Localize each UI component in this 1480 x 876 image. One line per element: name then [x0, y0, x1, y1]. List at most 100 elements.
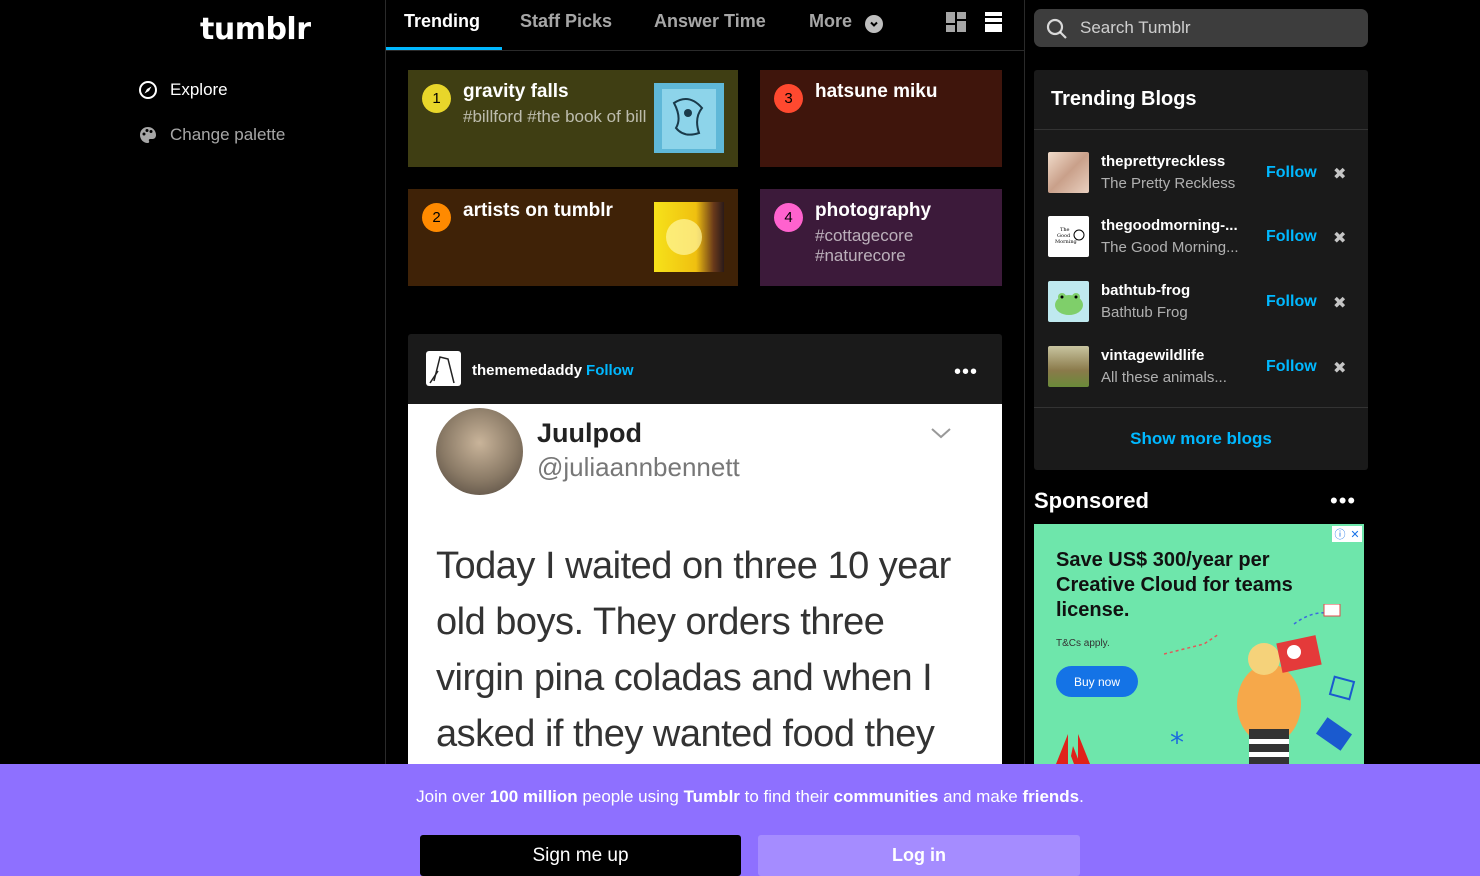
tab-more-label: More	[809, 11, 853, 31]
blog-name: thegoodmorning-...	[1101, 217, 1238, 234]
tab-trending[interactable]: Trending	[404, 11, 480, 32]
avatar	[1048, 346, 1089, 387]
show-more-blogs-link[interactable]: Show more blogs	[1034, 429, 1368, 449]
ad-illustration: *	[1164, 604, 1356, 764]
follow-button[interactable]: Follow	[586, 362, 634, 379]
search-icon	[1046, 18, 1068, 45]
follow-button[interactable]: Follow	[1266, 358, 1317, 376]
active-tab-indicator	[386, 47, 502, 50]
banner-text-bold: Tumblr	[683, 787, 740, 806]
blog-name: theprettyreckless	[1101, 153, 1226, 170]
tag-name: hatsune miku	[815, 81, 938, 102]
buy-now-button[interactable]: Buy now	[1056, 666, 1138, 697]
tag-name: gravity falls	[463, 81, 569, 102]
rank-badge: 1	[422, 84, 451, 113]
chevron-down-icon	[865, 15, 884, 33]
banner-text-bold: friends	[1022, 787, 1080, 806]
tweet-name: Juulpod	[537, 418, 642, 448]
sidebar-item-change-palette[interactable]: Change palette	[138, 125, 285, 145]
banner-text-part: to find their	[739, 787, 834, 806]
explore-tabs: Trending Staff Picks Answer Time More	[386, 0, 1024, 51]
blog-row[interactable]: The Good Morning thegoodmorning-... The Go…	[1034, 205, 1368, 265]
log-in-button[interactable]: Log in	[758, 835, 1080, 876]
banner-message: Join over 100 million people using Tumbl…	[0, 787, 1480, 807]
sign-up-button[interactable]: Sign me up	[420, 835, 741, 876]
column-divider	[1024, 0, 1025, 876]
blog-title: Bathtub Frog	[1101, 304, 1188, 321]
banner-text-bold: 100 million	[489, 787, 578, 806]
tag-thumbnail	[654, 83, 724, 153]
avatar[interactable]	[426, 351, 461, 386]
signup-banner: Join over 100 million people using Tumbl…	[0, 764, 1480, 876]
tweet-avatar	[436, 408, 523, 495]
trending-tag-card[interactable]: 1 gravity falls #billford #the book of b…	[408, 70, 738, 167]
blog-row[interactable]: bathtub-frog Bathtub Frog Follow ✖	[1034, 270, 1368, 330]
svg-text:*: *	[1170, 726, 1184, 759]
more-options-icon[interactable]: •••	[954, 361, 978, 384]
banner-text-part: people using	[577, 787, 684, 806]
sidebar-item-label: Change palette	[170, 125, 286, 144]
post-author-name[interactable]: thememedaddy	[472, 362, 582, 379]
follow-button[interactable]: Follow	[1266, 293, 1317, 311]
blog-title: The Pretty Reckless	[1101, 175, 1236, 192]
avatar	[1048, 152, 1089, 193]
tab-staff-picks[interactable]: Staff Picks	[520, 11, 612, 32]
list-view-icon[interactable]	[985, 12, 1002, 37]
blog-row[interactable]: vintagewildlife All these animals... Fol…	[1034, 335, 1368, 395]
tag-related: #cottagecore #naturecore	[815, 226, 914, 265]
banner-text-bold: communities	[833, 787, 939, 806]
blog-title: All these animals...	[1101, 369, 1227, 386]
tag-thumbnail	[654, 202, 724, 272]
search-bar	[1034, 9, 1368, 47]
sidebar-item-label: Explore	[170, 80, 228, 99]
adobe-logo-icon	[1056, 734, 1090, 764]
rank-badge: 4	[774, 203, 803, 232]
tag-related: #billford #the book of bill	[463, 107, 647, 126]
sidebar-item-explore[interactable]: Explore	[138, 80, 228, 100]
more-options-icon[interactable]: •••	[1330, 488, 1356, 514]
tab-answer-time[interactable]: Answer Time	[654, 11, 766, 32]
divider	[1034, 129, 1368, 130]
rank-badge: 2	[422, 203, 451, 232]
banner-text-part: and make	[938, 787, 1023, 806]
tag-name: artists on tumblr	[463, 200, 613, 221]
blog-row[interactable]: theprettyreckless The Pretty Reckless Fo…	[1034, 141, 1368, 201]
blog-name: bathtub-frog	[1101, 282, 1191, 299]
post-header: thememedaddy Follow •••	[408, 334, 1002, 404]
follow-button[interactable]: Follow	[1266, 164, 1317, 182]
palette-icon	[138, 125, 158, 145]
follow-button[interactable]: Follow	[1266, 228, 1317, 246]
dismiss-icon[interactable]: ✖	[1333, 358, 1346, 378]
blog-title: The Good Morning...	[1101, 239, 1239, 256]
ad-banner[interactable]: ⓘ ✕ Save US$ 300/year per Creative Cloud …	[1034, 524, 1364, 764]
banner-text-part: .	[1079, 787, 1084, 806]
tweet-handle: @juliaannbennett	[537, 452, 740, 482]
banner-text-part: Join over	[416, 787, 490, 806]
panel-title: Trending Blogs	[1051, 88, 1197, 110]
grid-view-icon[interactable]	[946, 12, 966, 37]
ad-terms: T&Cs apply.	[1056, 638, 1110, 649]
divider	[1034, 407, 1368, 408]
dismiss-icon[interactable]: ✖	[1333, 228, 1346, 248]
chevron-down-icon	[930, 426, 952, 445]
trending-tag-card[interactable]: 3 hatsune miku	[760, 70, 1002, 167]
tag-name: photography	[815, 200, 932, 221]
tab-more[interactable]: More	[809, 11, 884, 33]
svg-text:Morning: Morning	[1055, 239, 1078, 245]
trending-blogs-panel: Trending Blogs theprettyreckless The Pre…	[1034, 70, 1368, 470]
rank-badge: 3	[774, 84, 803, 113]
tweet-text: Today I waited on three 10 year old boys…	[436, 545, 951, 755]
dismiss-icon[interactable]: ✖	[1333, 293, 1346, 313]
avatar: The Good Morning	[1048, 216, 1089, 257]
tumblr-logo[interactable]: tumblr	[200, 12, 311, 47]
avatar	[1048, 281, 1089, 322]
compass-icon	[138, 80, 158, 100]
post-author: thememedaddy Follow	[472, 362, 634, 379]
dismiss-icon[interactable]: ✖	[1333, 164, 1346, 184]
search-input[interactable]	[1080, 9, 1360, 47]
trending-tag-card[interactable]: 4 photography #cottagecore #naturecore	[760, 189, 1002, 286]
sponsored-heading: Sponsored	[1034, 488, 1149, 513]
trending-tag-card[interactable]: 2 artists on tumblr	[408, 189, 738, 286]
blog-name: vintagewildlife	[1101, 347, 1205, 364]
ad-choices-icon[interactable]: ⓘ ✕	[1332, 526, 1362, 542]
